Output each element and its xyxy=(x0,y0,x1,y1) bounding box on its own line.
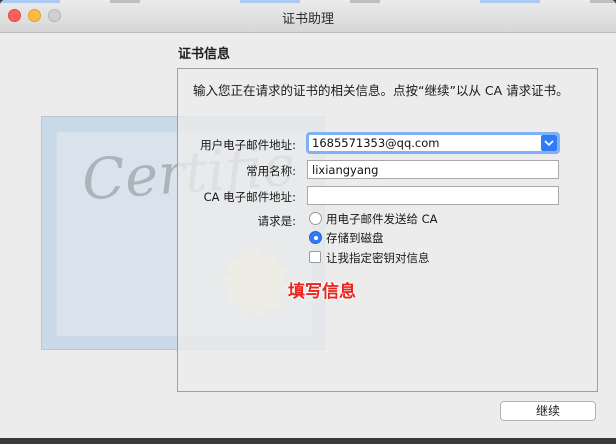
window-title: 证书助理 xyxy=(281,12,334,27)
certificate-assistant-window: 证书助理 Certific 证书信息 输入您正在请求的证书的相关信息。点按“继续… xyxy=(0,0,616,438)
request-label: 请求是: xyxy=(257,214,296,228)
email-value: 1685571353@qq.com xyxy=(312,136,440,150)
option-save-to-disk-label: 存储到磁盘 xyxy=(326,231,384,245)
radio-save-to-disk[interactable] xyxy=(309,231,322,244)
continue-button[interactable]: 继续 xyxy=(500,401,596,421)
option-email-ca-label: 用电子邮件发送给 CA xyxy=(326,212,438,226)
chevron-down-icon[interactable] xyxy=(541,135,557,151)
key-pair-checkbox-label: 让我指定密钥对信息 xyxy=(326,251,430,265)
background-strip xyxy=(0,438,616,444)
radio-email-ca[interactable] xyxy=(309,212,322,225)
email-label: 用户电子邮件地址: xyxy=(200,138,296,152)
ca-email-field[interactable] xyxy=(307,186,559,205)
title-bar: 证书助理 xyxy=(0,0,616,33)
common-name-label: 常用名称: xyxy=(246,164,296,178)
common-name-field[interactable]: lixiangyang xyxy=(307,160,559,179)
ca-email-label: CA 电子邮件地址: xyxy=(203,190,296,204)
email-combobox[interactable]: 1685571353@qq.com xyxy=(306,132,560,154)
form-panel xyxy=(177,68,598,392)
section-title: 证书信息 xyxy=(178,47,231,62)
intro-text: 输入您正在请求的证书的相关信息。点按“继续”以从 CA 请求证书。 xyxy=(193,83,569,98)
annotation-label: 填写信息 xyxy=(288,282,356,302)
key-pair-checkbox[interactable] xyxy=(309,251,321,263)
